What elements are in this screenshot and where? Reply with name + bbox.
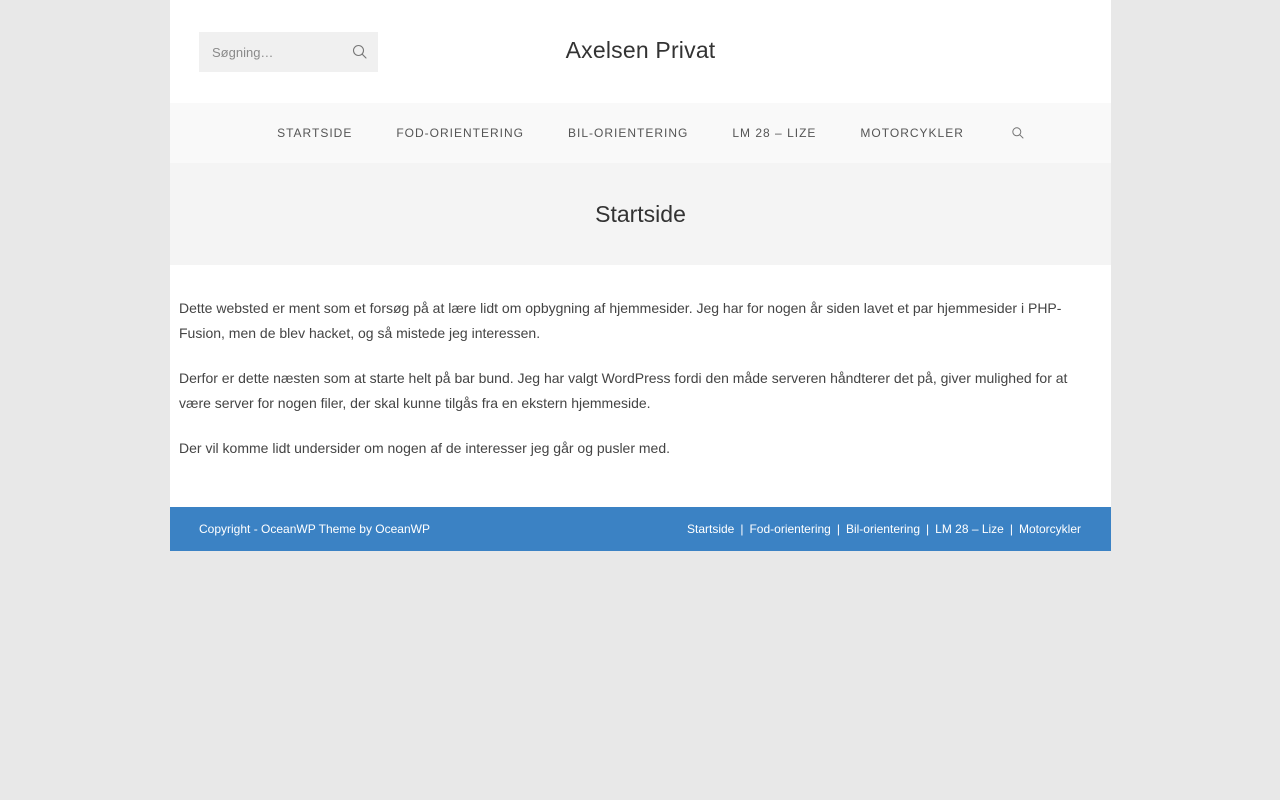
site-title[interactable]: Axelsen Privat (170, 37, 1111, 64)
page-header: Startside (170, 163, 1111, 265)
site-container: Axelsen Privat Startside Fod-orientering… (170, 0, 1111, 551)
footer-link-lm-28-lize[interactable]: LM 28 – Lize (935, 522, 1004, 536)
nav-item-fod-orientering[interactable]: Fod-orientering (374, 126, 546, 140)
content-paragraph: Dette websted er ment som et forsøg på a… (179, 300, 1062, 341)
footer-separator: | (1009, 522, 1013, 536)
footer-copyright: Copyright - OceanWP Theme by OceanWP (199, 522, 430, 536)
footer-link-bil-orientering[interactable]: Bil-orientering (846, 522, 920, 536)
nav-item-motorcykler[interactable]: Motorcykler (838, 126, 985, 140)
content-paragraph: Der vil komme lidt undersider om nogen a… (179, 440, 671, 456)
nav-item-startside[interactable]: Startside (255, 126, 374, 140)
footer-separator: | (836, 522, 840, 536)
search-icon (1012, 127, 1024, 139)
footer-link-startside[interactable]: Startside (687, 522, 734, 536)
content-paragraph: Derfor er dette næsten som at starte hel… (179, 370, 1068, 411)
site-header: Axelsen Privat (170, 0, 1111, 103)
nav-search-toggle[interactable] (1008, 123, 1028, 143)
footer-link-fod-orientering[interactable]: Fod-orientering (749, 522, 830, 536)
footer-separator: | (740, 522, 744, 536)
main-navigation: Startside Fod-orientering Bil-orienterin… (170, 103, 1111, 163)
nav-item-lm-28-lize[interactable]: LM 28 – Lize (710, 126, 838, 140)
page-title: Startside (595, 200, 686, 227)
footer-separator: | (926, 522, 930, 536)
footer-menu: Startside | Fod-orientering | Bil-orient… (687, 522, 1081, 536)
nav-item-bil-orientering[interactable]: Bil-orientering (546, 126, 710, 140)
page-content: Dette websted er ment som et forsøg på a… (170, 265, 1111, 507)
footer-link-motorcykler[interactable]: Motorcykler (1019, 522, 1081, 536)
site-footer: Copyright - OceanWP Theme by OceanWP Sta… (170, 507, 1111, 551)
